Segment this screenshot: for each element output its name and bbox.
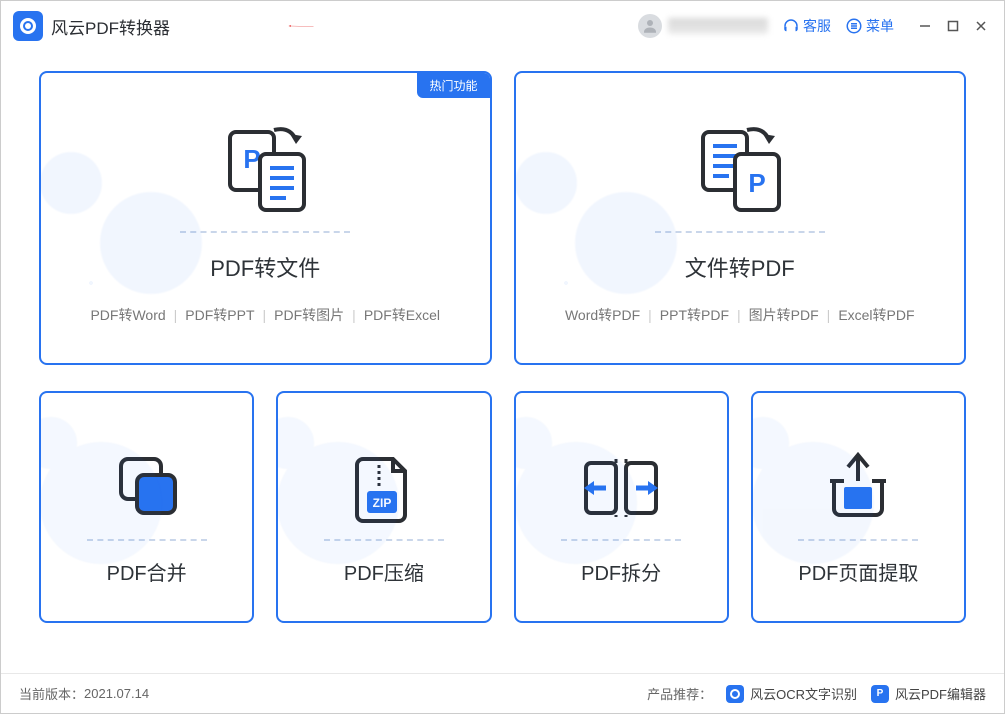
- sub-word-to-pdf[interactable]: Word转PDF: [560, 305, 645, 325]
- card-compress[interactable]: ZIP PDF压缩: [276, 391, 491, 623]
- compress-icon: ZIP: [349, 447, 419, 529]
- recommend-label: 产品推荐：: [647, 684, 712, 703]
- headset-icon: [782, 17, 800, 35]
- product-ocr-link[interactable]: 风云OCR文字识别: [726, 684, 857, 703]
- menu-label: 菜单: [866, 16, 894, 36]
- card-extract[interactable]: PDF页面提取: [751, 391, 966, 623]
- pdf-to-file-sublinks: PDF转Word | PDF转PPT | PDF转图片 | PDF转Excel: [85, 305, 445, 325]
- ocr-product-icon: [726, 685, 744, 703]
- annotation-arrow-icon: [226, 26, 376, 28]
- sub-ppt-to-pdf[interactable]: PPT转PDF: [655, 305, 734, 325]
- user-name-blurred: [668, 18, 768, 34]
- sub-pdf-to-word[interactable]: PDF转Word: [85, 305, 170, 325]
- menu-link[interactable]: 菜单: [845, 16, 894, 36]
- app-logo-icon: [13, 11, 43, 41]
- file-to-pdf-sublinks: Word转PDF | PPT转PDF | 图片转PDF | Excel转PDF: [560, 305, 920, 325]
- sub-pdf-to-ppt[interactable]: PDF转PPT: [180, 305, 259, 325]
- sub-pdf-to-image[interactable]: PDF转图片: [269, 305, 349, 325]
- card-file-to-pdf-title: 文件转PDF: [685, 251, 795, 283]
- sub-pdf-to-excel[interactable]: PDF转Excel: [359, 305, 445, 325]
- user-avatar-icon[interactable]: [638, 14, 662, 38]
- card-extract-title: PDF页面提取: [798, 557, 918, 586]
- product-ocr-label: 风云OCR文字识别: [750, 684, 857, 703]
- svg-text:P: P: [748, 168, 765, 198]
- editor-product-icon: P: [871, 685, 889, 703]
- product-editor-link[interactable]: P 风云PDF编辑器: [871, 684, 986, 703]
- main-content: 热门功能 P PDF转文件 PDF转Word | P: [1, 51, 1004, 633]
- card-compress-title: PDF压缩: [344, 557, 424, 586]
- minimize-button[interactable]: [914, 15, 936, 37]
- footer-bar: 当前版本： 2021.07.14 产品推荐： 风云OCR文字识别 P 风云PDF…: [1, 673, 1004, 713]
- svg-text:ZIP: ZIP: [373, 496, 392, 510]
- extract-icon: [818, 447, 898, 529]
- version-label: 当前版本：: [19, 684, 84, 703]
- sub-excel-to-pdf[interactable]: Excel转PDF: [833, 305, 919, 325]
- sub-image-to-pdf[interactable]: 图片转PDF: [744, 305, 824, 325]
- merge-icon: [107, 447, 187, 529]
- product-editor-label: 风云PDF编辑器: [895, 684, 986, 703]
- version-value: 2021.07.14: [84, 686, 149, 701]
- maximize-button[interactable]: [942, 15, 964, 37]
- hot-badge: 热门功能: [417, 73, 489, 98]
- titlebar: 风云PDF转换器 客服 菜单: [1, 1, 1004, 51]
- support-link[interactable]: 客服: [782, 16, 831, 36]
- menu-icon: [845, 17, 863, 35]
- card-file-to-pdf[interactable]: P 文件转PDF Word转PDF | PPT转PDF | 图片转PDF | E…: [514, 71, 967, 365]
- close-button[interactable]: [970, 15, 992, 37]
- card-pdf-to-file-title: PDF转文件: [210, 251, 320, 283]
- split-icon: [576, 447, 666, 529]
- support-label: 客服: [803, 16, 831, 36]
- card-split-title: PDF拆分: [581, 557, 661, 586]
- card-merge[interactable]: PDF合并: [39, 391, 254, 623]
- card-pdf-to-file[interactable]: 热门功能 P PDF转文件 PDF转Word | P: [39, 71, 492, 365]
- pdf-to-file-icon: P: [210, 113, 320, 223]
- card-split[interactable]: PDF拆分: [514, 391, 729, 623]
- card-merge-title: PDF合并: [107, 557, 187, 586]
- app-title: 风云PDF转换器: [51, 14, 170, 39]
- file-to-pdf-icon: P: [685, 113, 795, 223]
